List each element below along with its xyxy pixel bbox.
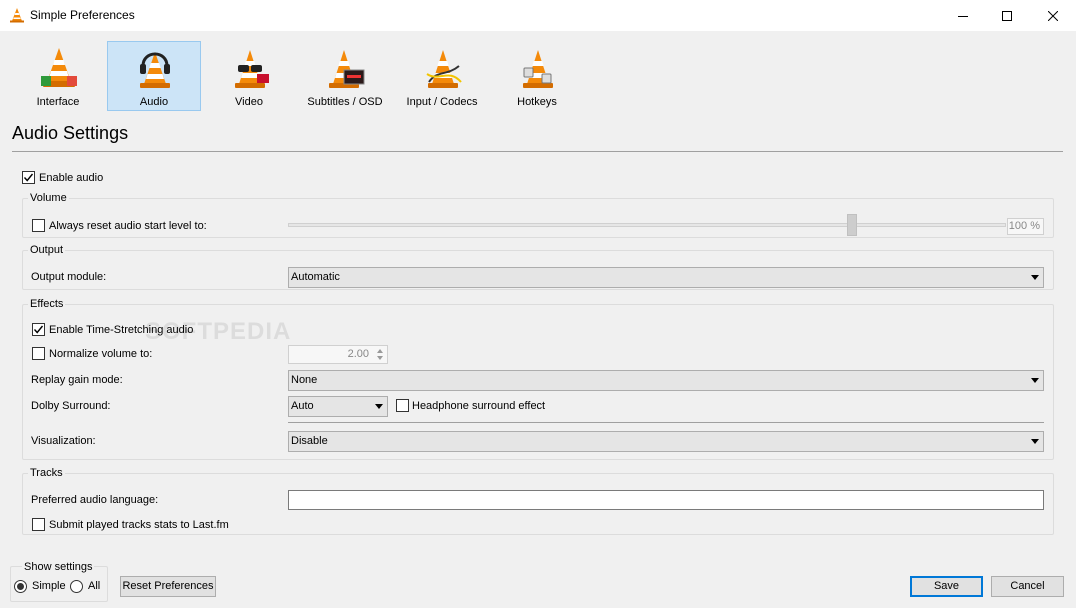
title-bar: Simple Preferences [0,0,1076,31]
simple-radio[interactable] [14,580,27,593]
normalize-spinbox[interactable]: 2.00 [288,345,388,364]
tracks-group-title: Tracks [28,467,65,479]
vlc-cone-subtitles-icon [329,50,365,88]
dolby-value: Auto [291,400,314,412]
checkmark-icon [33,325,44,334]
vlc-cone-icon [10,8,24,23]
vlc-cone-keyboard-icon [523,50,553,88]
all-radio[interactable] [70,580,83,593]
time-stretch-label: Enable Time-Stretching audio [49,324,194,336]
preferred-language-input[interactable] [288,490,1044,510]
chevron-down-icon [375,404,383,409]
tab-subtitles-osd[interactable]: Subtitles / OSD [298,41,392,111]
vlc-cone-headphones-icon [140,52,170,88]
replay-gain-label: Replay gain mode: [31,374,123,386]
reset-level-label: Always reset audio start level to: [49,220,207,232]
output-module-label: Output module: [31,271,107,283]
cancel-button[interactable]: Cancel [991,576,1064,597]
replay-gain-combo[interactable]: None [288,370,1044,391]
tab-label: Video [235,96,263,108]
tab-video[interactable]: Video [202,41,296,111]
close-icon [1048,10,1058,21]
spin-arrows-icon[interactable] [376,348,384,361]
chevron-down-icon [1031,378,1039,383]
tab-audio[interactable]: Audio [107,41,201,111]
maximize-icon [1002,10,1012,21]
normalize-checkbox[interactable] [32,347,45,360]
enable-audio-label: Enable audio [39,172,104,184]
tab-label: Interface [36,96,80,108]
save-button[interactable]: Save [910,576,983,597]
tab-label: Audio [139,96,169,108]
tab-interface[interactable]: Interface [11,41,105,111]
effects-group-title: Effects [28,298,66,310]
window-title: Simple Preferences [30,8,135,22]
tab-input-codecs[interactable]: Input / Codecs [395,41,489,111]
radio-selected-dot [17,583,24,590]
time-stretch-checkbox[interactable] [32,323,45,336]
show-settings-title: Show settings [22,561,95,573]
volume-slider-handle[interactable] [847,214,857,236]
chevron-down-icon [1031,439,1039,444]
normalize-value: 2.00 [347,348,369,360]
dolby-label: Dolby Surround: [31,400,111,412]
minimize-icon [958,15,968,17]
reset-preferences-button[interactable]: Reset Preferences [120,576,216,597]
volume-level-spinbox[interactable]: 100 % [1007,218,1044,235]
visualization-value: Disable [291,435,328,447]
output-group-title: Output [28,244,66,256]
headphone-surround-label: Headphone surround effect [412,400,546,412]
close-button[interactable] [1030,0,1076,31]
reset-level-checkbox[interactable] [32,219,45,232]
tab-label: Hotkeys [517,96,557,108]
volume-group-title: Volume [28,192,69,204]
lastfm-checkbox[interactable] [32,518,45,531]
all-label: All [88,580,101,592]
page-title: Audio Settings [12,123,129,143]
divider [12,151,1063,152]
output-module-value: Automatic [291,271,340,283]
dolby-combo[interactable]: Auto [288,396,388,417]
vlc-cone-glasses-icon [235,50,269,88]
headphone-surround-checkbox[interactable] [396,399,409,412]
output-module-combo[interactable]: Automatic [288,267,1044,288]
vlc-cone-interface-icon [41,48,77,87]
normalize-label: Normalize volume to: [49,348,153,360]
replay-gain-value: None [291,374,318,386]
visualization-label: Visualization: [31,435,96,447]
effects-divider [288,422,1044,423]
maximize-button[interactable] [984,0,1030,31]
minimize-button[interactable] [940,0,986,31]
lastfm-label: Submit played tracks stats to Last.fm [49,519,229,531]
vlc-cone-cables-icon [426,50,462,88]
preferred-language-label: Preferred audio language: [31,494,159,506]
enable-audio-checkbox[interactable] [22,171,35,184]
checkmark-icon [23,173,34,182]
volume-slider-track[interactable] [288,223,1006,227]
simple-label: Simple [32,580,66,592]
tab-label: Input / Codecs [406,96,478,108]
tab-label: Subtitles / OSD [307,96,383,108]
volume-group [22,198,1054,238]
chevron-down-icon [1031,275,1039,280]
visualization-combo[interactable]: Disable [288,431,1044,452]
tab-hotkeys[interactable]: Hotkeys [490,41,584,111]
